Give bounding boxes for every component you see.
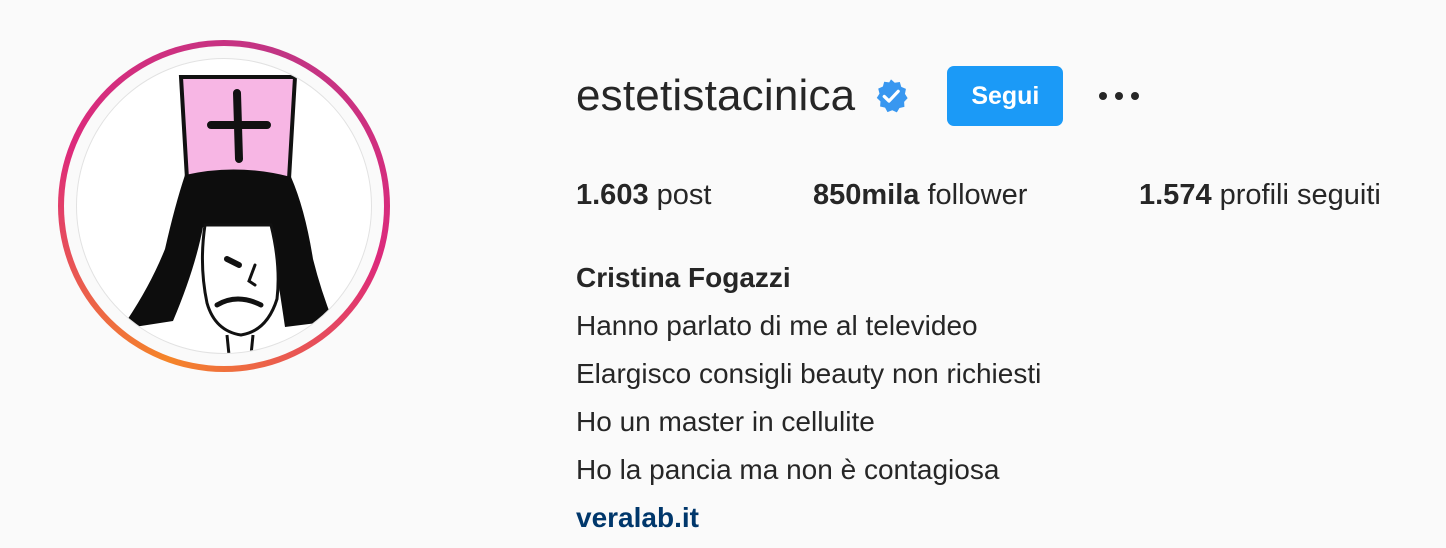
verified-badge-icon (873, 78, 909, 114)
neck (225, 334, 255, 353)
bio-line: Ho un master in cellulite (576, 406, 875, 437)
story-ring[interactable] (58, 40, 390, 372)
follow-button[interactable]: Segui (947, 66, 1064, 126)
profile-header: estetistacinica Segui 1.603 post 850mila… (0, 0, 1446, 548)
username: estetistacinica (576, 71, 856, 120)
bio-line: Hanno parlato di me al televideo (576, 310, 978, 341)
profile-title-row: estetistacinica Segui (576, 66, 1149, 126)
followers-count: 850mila (813, 179, 920, 211)
stat-following[interactable]: 1.574 profili seguiti (1139, 172, 1381, 218)
posts-count: 1.603 (576, 179, 649, 211)
following-count: 1.574 (1139, 179, 1212, 211)
followers-label: follower (927, 179, 1028, 211)
profile-bio: Cristina Fogazzi Hanno parlato di me al … (576, 254, 1396, 542)
bio-line: Elargisco consigli beauty non richiesti (576, 358, 1042, 389)
stat-followers[interactable]: 850mila follower (813, 172, 1027, 218)
stat-posts: 1.603 post (576, 172, 711, 218)
bio-line: Ho la pancia ma non è contagiosa (576, 454, 1000, 485)
avatar[interactable] (76, 58, 372, 354)
avatar-illustration (121, 75, 333, 353)
full-name: Cristina Fogazzi (576, 262, 791, 293)
face (200, 223, 280, 337)
more-options-icon[interactable] (1089, 66, 1149, 126)
website-link[interactable]: veralab.it (576, 502, 699, 533)
avatar-gap (64, 46, 384, 366)
following-label: profili seguiti (1219, 179, 1381, 211)
posts-label: post (656, 179, 712, 211)
